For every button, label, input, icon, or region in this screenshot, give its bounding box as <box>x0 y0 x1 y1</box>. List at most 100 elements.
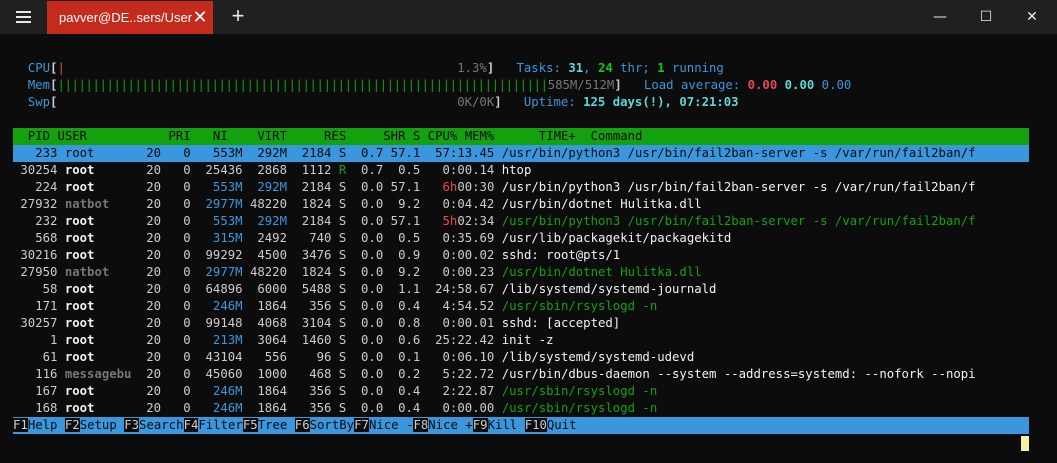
res-cell: 4500 <box>249 248 287 262</box>
process-table-header[interactable]: PID USER PRI NI VIRT RES SHR S CPU% MEM%… <box>13 128 1029 145</box>
pri-cell: 20 <box>138 265 162 279</box>
mem-cell: 0.2 <box>390 367 421 381</box>
fkey-f4[interactable]: F4 <box>183 418 199 432</box>
col-virt[interactable]: VIRT <box>243 129 287 143</box>
fkey-label-filter[interactable]: Filter <box>198 417 243 434</box>
menu-icon[interactable] <box>14 9 34 25</box>
load-5: 0.00 <box>784 78 815 92</box>
terminal-tab[interactable]: pavver@DE..sers/User ✕ <box>47 1 213 34</box>
state-cell: S <box>338 282 347 296</box>
command-cell: /usr/sbin/rsyslogd -n <box>501 299 658 313</box>
new-tab-button[interactable]: + <box>228 5 248 27</box>
shr-cell: 1460 <box>294 333 332 347</box>
shr-cell: 2184 <box>294 146 332 160</box>
fkey-label-quit[interactable]: Quit <box>547 417 592 434</box>
process-row[interactable]: 58 root 20 0 64896 6000 5488 S 0.0 1.1 2… <box>13 281 1029 298</box>
shr-cell: 356 <box>294 299 332 313</box>
ni-cell: 0 <box>168 180 191 194</box>
process-row[interactable]: 116 messagebu 20 0 45060 1000 468 S 0.0 … <box>13 366 1029 383</box>
time-cell: 25:22.42 <box>427 333 495 347</box>
close-button[interactable]: ✕ <box>1009 0 1055 34</box>
mem-value: 585M/512M <box>547 78 615 92</box>
col-mem[interactable]: MEM% <box>465 129 495 143</box>
col-command[interactable]: Command <box>591 129 643 143</box>
tasks-count: 31 <box>568 61 584 75</box>
pid-cell: 30216 <box>13 248 58 262</box>
process-row[interactable]: 27950 natbot 20 0 2977M 48220 1824 S 0.0… <box>13 264 1029 281</box>
col-cpu[interactable]: CPU% <box>428 129 458 143</box>
time-cell: 0:04.42 <box>427 197 495 211</box>
virt-cell: 246M <box>198 299 243 313</box>
pri-cell: 20 <box>138 180 162 194</box>
col-user[interactable]: USER <box>57 129 124 143</box>
fkey-label-setup[interactable]: Setup <box>80 417 125 434</box>
res-cell: 2868 <box>249 163 287 177</box>
ni-cell: 0 <box>168 282 191 296</box>
tab-close-icon[interactable]: ✕ <box>192 8 208 26</box>
col-res[interactable]: RES <box>309 129 346 143</box>
fkey-f3[interactable]: F3 <box>124 418 140 432</box>
process-row[interactable]: 1 root 20 0 213M 3064 1460 S 0.0 0.6 25:… <box>13 332 1029 349</box>
ni-cell: 0 <box>168 316 191 330</box>
pri-cell: 20 <box>138 248 162 262</box>
process-row[interactable]: 168 root 20 0 246M 1864 356 S 0.0 0.4 0:… <box>13 400 1029 417</box>
col-pri[interactable]: PRI <box>169 129 191 143</box>
mem-cell: 9.2 <box>390 197 421 211</box>
maximize-button[interactable]: ☐ <box>963 0 1009 34</box>
cpu-value: 1.3% <box>457 61 487 75</box>
fkey-label-help[interactable]: Help <box>28 417 65 434</box>
pid-cell: 30254 <box>13 163 58 177</box>
text-cursor <box>1021 436 1029 451</box>
cpu-cell: 0.0 <box>353 384 384 398</box>
time-cell: 4:54.52 <box>427 299 495 313</box>
time-cell: 0:00.02 <box>427 248 495 262</box>
cpu-cell: 0.0 <box>353 265 384 279</box>
process-row[interactable]: 224 root 20 0 553M 292M 2184 S 0.0 57.1 … <box>13 179 1029 196</box>
fkey-f7[interactable]: F7 <box>354 418 369 432</box>
pid-cell: 171 <box>13 299 58 313</box>
fkey-label-nice[interactable]: Nice - <box>369 417 414 434</box>
fkey-f10[interactable]: F10 <box>524 418 547 432</box>
state-cell: S <box>338 299 347 313</box>
fkey-label-tree[interactable]: Tree <box>258 417 295 434</box>
process-row[interactable]: 233 root 20 0 553M 292M 2184 S 0.7 57.1 … <box>13 145 1029 162</box>
threads-count: 24 <box>597 61 613 75</box>
process-row[interactable]: 167 root 20 0 246M 1864 356 S 0.0 0.4 2:… <box>13 383 1029 400</box>
minimize-button[interactable]: — <box>917 0 963 34</box>
col-pid[interactable]: PID <box>13 129 50 143</box>
process-row[interactable]: 568 root 20 0 315M 2492 740 S 0.0 0.5 0:… <box>13 230 1029 247</box>
fkey-f2[interactable]: F2 <box>64 418 80 432</box>
mem-cell: 0.9 <box>390 248 421 262</box>
state-cell: S <box>338 231 347 245</box>
process-row[interactable]: 30254 root 20 0 25436 2868 1112 R 0.7 0.… <box>13 162 1029 179</box>
fkey-f5[interactable]: F5 <box>242 418 258 432</box>
terminal-area[interactable]: CPU[| 1.3%] Tasks: 31, 24 thr; 1 running… <box>0 34 1057 463</box>
user-cell: root <box>64 146 132 160</box>
fkey-label-kill[interactable]: Kill <box>488 417 525 434</box>
process-row[interactable]: 232 root 20 0 553M 292M 2184 S 0.0 57.1 … <box>13 213 1029 230</box>
fkey-f8[interactable]: F8 <box>413 418 429 432</box>
process-row[interactable]: 30257 root 20 0 99148 4068 3104 S 0.0 0.… <box>13 315 1029 332</box>
process-row[interactable]: 171 root 20 0 246M 1864 356 S 0.0 0.4 4:… <box>13 298 1029 315</box>
fkey-label-sortby[interactable]: SortBy <box>310 417 355 434</box>
fkey-f1[interactable]: F1 <box>13 418 28 432</box>
col-ni[interactable]: NI <box>206 129 228 143</box>
command-cell: init -z <box>501 333 554 347</box>
pri-cell: 20 <box>138 282 162 296</box>
fkey-label-nice[interactable]: Nice + <box>428 417 473 434</box>
fkey-label-search[interactable]: Search <box>139 417 184 434</box>
fkey-f9[interactable]: F9 <box>472 418 488 432</box>
pri-cell: 20 <box>138 401 162 415</box>
res-cell: 292M <box>249 180 287 194</box>
process-row[interactable]: 27932 natbot 20 0 2977M 48220 1824 S 0.0… <box>13 196 1029 213</box>
col-shr[interactable]: SHR <box>368 129 405 143</box>
mem-cell: 0.4 <box>390 384 421 398</box>
time-cell: 57:13.45 <box>427 146 495 160</box>
col-time[interactable]: TIME+ <box>517 129 576 143</box>
fkey-f6[interactable]: F6 <box>294 418 310 432</box>
process-row[interactable]: 30216 root 20 0 99292 4500 3476 S 0.0 0.… <box>13 247 1029 264</box>
running-count: 1 <box>657 61 665 75</box>
user-cell: root <box>64 214 132 228</box>
state-cell: S <box>338 197 347 211</box>
process-row[interactable]: 61 root 20 0 43104 556 96 S 0.0 0.1 0:06… <box>13 349 1029 366</box>
